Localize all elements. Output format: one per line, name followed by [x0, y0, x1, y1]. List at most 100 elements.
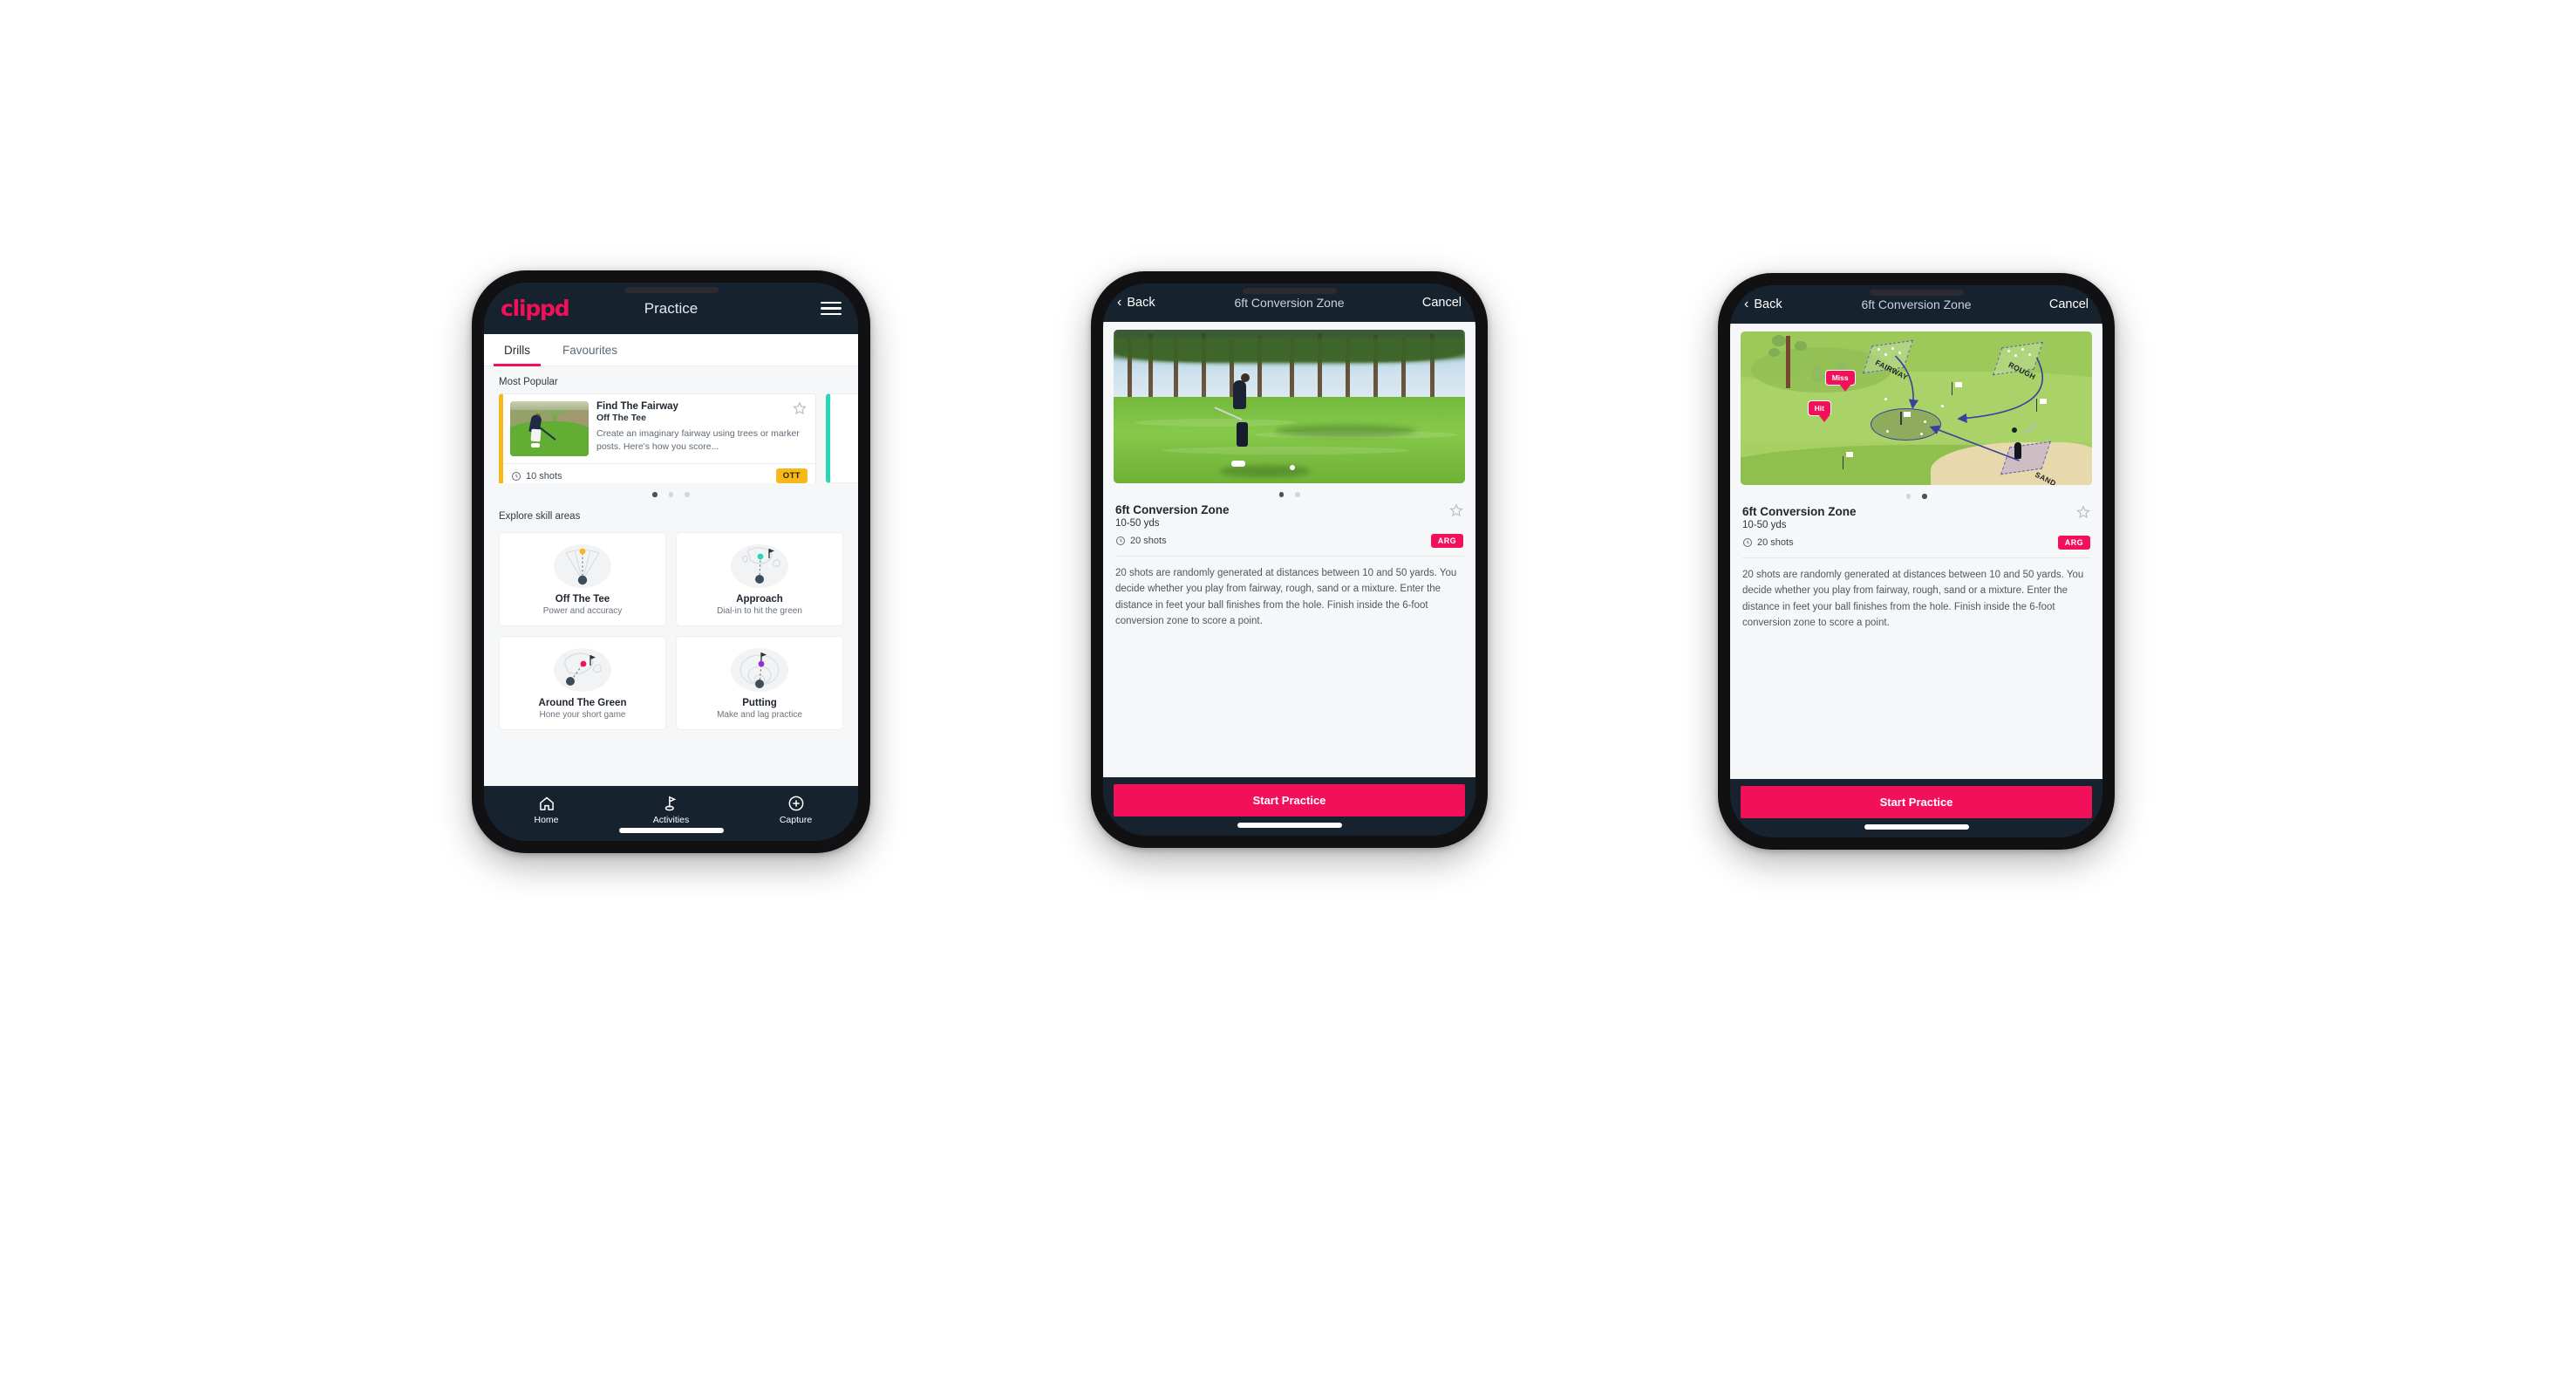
carousel-dot[interactable]: [652, 492, 658, 497]
drill-shots: 20 shots: [1742, 537, 1794, 548]
carousel-dot[interactable]: [668, 492, 674, 497]
drill-badge: ARG: [1430, 533, 1463, 548]
back-label: Back: [1127, 296, 1155, 310]
drill-badge: OTT: [775, 468, 808, 483]
page-title: Practice: [644, 299, 699, 317]
home-indicator: [1864, 824, 1969, 830]
golf-flag-icon: [609, 794, 733, 812]
carousel-dot[interactable]: [1278, 492, 1284, 497]
drill-shots: 10 shots: [511, 471, 562, 482]
approach-green-icon: [682, 542, 837, 591]
drill-shots-label: 10 shots: [526, 470, 562, 482]
phone-speaker: [1869, 290, 1964, 296]
drill-card[interactable]: Find The Fairway Off The Tee Create an i…: [499, 393, 816, 483]
nav-item-activities[interactable]: Activities: [609, 794, 733, 825]
drill-media-course-diagram[interactable]: FAIRWAY ROUGH SAND Miss Hit: [1741, 331, 2092, 485]
phone-speaker: [624, 287, 719, 293]
start-practice-button[interactable]: Start Practice: [1741, 786, 2092, 818]
drill-card-next-peek[interactable]: [826, 393, 858, 483]
screenshot-stage: clippd Practice Drills Favourites Most P…: [0, 0, 2576, 1387]
back-button[interactable]: ‹ Back: [1117, 295, 1155, 311]
nav-label: Capture: [779, 815, 813, 825]
shot-path-arrows: [1894, 355, 2043, 461]
phone-mockup-drill-detail-video: ‹ Back 6ft Conversion Zone Cancel 6ft Co…: [1091, 271, 1488, 848]
nav-item-capture[interactable]: Capture: [733, 794, 858, 825]
drill-shots-label: 20 shots: [1130, 535, 1167, 546]
drill-skill-area: Off The Tee: [596, 413, 646, 423]
hit-callout: Hit: [1807, 400, 1831, 423]
plus-circle-icon: [733, 794, 858, 812]
drill-badge: ARG: [2057, 535, 2090, 550]
star-outline-icon[interactable]: [793, 401, 807, 415]
clock-icon: [1743, 537, 1752, 547]
most-popular-heading: Most Popular: [499, 377, 558, 387]
drill-thumbnail: [510, 401, 589, 456]
drill-header: 6ft Conversion Zone 10-50 yds: [1741, 502, 2092, 530]
tab-drills[interactable]: Drills: [494, 334, 541, 366]
skill-desc: Power and accuracy: [542, 605, 623, 616]
carousel-dots[interactable]: [1741, 485, 2092, 502]
nav-item-home[interactable]: Home: [484, 794, 609, 825]
star-outline-icon[interactable]: [1449, 502, 1463, 517]
skill-desc: Hone your short game: [539, 709, 626, 720]
chevron-left-icon: ‹: [1744, 297, 1749, 311]
explore-skill-areas-heading: Explore skill areas: [499, 510, 581, 522]
chevron-left-icon: ‹: [1117, 295, 1122, 310]
miss-callout: Miss: [1824, 370, 1856, 392]
phone-mockup-drill-detail-diagram: ‹ Back 6ft Conversion Zone Cancel FAIRWA…: [1718, 273, 2115, 850]
drill-meta-row: 20 shots ARG: [1114, 533, 1465, 548]
phone-mockup-practice-list: clippd Practice Drills Favourites Most P…: [472, 270, 870, 853]
nav-label: Home: [534, 815, 559, 825]
star-outline-icon[interactable]: [2076, 504, 2090, 519]
detail-title: 6ft Conversion Zone: [1861, 297, 1972, 311]
home-indicator: [618, 828, 724, 833]
drill-yardage: 10-50 yds: [1742, 519, 1787, 530]
drill-title: Find The Fairway: [596, 401, 678, 412]
drill-description: 20 shots are randomly generated at dista…: [1115, 567, 1457, 627]
carousel-dots[interactable]: [484, 483, 858, 501]
drill-meta-row: 20 shots ARG: [1741, 535, 2092, 550]
skill-name: Approach: [736, 593, 783, 605]
tab-favourites[interactable]: Favourites: [557, 334, 623, 366]
tee-shot-dispersion-icon: [505, 542, 660, 591]
drill-description: Create an imaginary fairway using trees …: [596, 428, 800, 453]
skill-desc: Dial-in to hit the green: [717, 605, 802, 616]
phone-speaker: [1242, 288, 1337, 294]
skill-desc: Make and lag practice: [717, 709, 802, 720]
clock-icon: [512, 471, 521, 481]
skill-card-off-the-tee[interactable]: Off The Tee Power and accuracy: [499, 531, 666, 626]
skill-card-approach[interactable]: Approach Dial-in to hit the green: [676, 531, 843, 626]
carousel-dot[interactable]: [1295, 492, 1300, 497]
drill-media-photo[interactable]: [1114, 330, 1465, 483]
skill-name: Putting: [742, 697, 777, 708]
cancel-button[interactable]: Cancel: [2049, 297, 2089, 311]
drill-yardage: 10-50 yds: [1115, 517, 1160, 529]
carousel-dots[interactable]: [1114, 483, 1465, 501]
drill-name: 6ft Conversion Zone: [1115, 502, 1230, 516]
carousel-dot[interactable]: [685, 492, 690, 497]
drill-carousel[interactable]: Find The Fairway Off The Tee Create an i…: [484, 393, 858, 483]
cancel-button[interactable]: Cancel: [1422, 296, 1462, 310]
practice-scroll-area[interactable]: Most Popular Find The Fairway Off The Te…: [484, 366, 858, 786]
back-button[interactable]: ‹ Back: [1744, 297, 1782, 312]
skill-card-putting[interactable]: Putting Make and lag practice: [676, 635, 843, 730]
detail-content: FAIRWAY ROUGH SAND Miss Hit 6ft Conversi…: [1730, 324, 2102, 779]
skill-card-around-the-green[interactable]: Around The Green Hone your short game: [499, 635, 666, 730]
carousel-dot[interactable]: [1905, 494, 1911, 499]
home-icon: [484, 794, 609, 812]
clock-icon: [1116, 536, 1125, 545]
carousel-dot[interactable]: [1922, 494, 1927, 499]
putting-rings-icon: [682, 646, 837, 694]
drill-shots: 20 shots: [1115, 536, 1167, 546]
chip-around-green-icon: [505, 646, 660, 694]
drill-shots-label: 20 shots: [1757, 536, 1794, 548]
drill-header: 6ft Conversion Zone 10-50 yds: [1114, 501, 1465, 529]
start-practice-button[interactable]: Start Practice: [1114, 784, 1465, 816]
nav-label: Activities: [652, 815, 690, 825]
back-label: Back: [1754, 297, 1782, 311]
clippd-logo: clippd: [501, 296, 570, 321]
drill-description: 20 shots are randomly generated at dista…: [1742, 569, 2084, 629]
hamburger-menu-icon[interactable]: [821, 301, 842, 316]
detail-content: 6ft Conversion Zone 10-50 yds 20 shots A…: [1103, 322, 1475, 777]
tab-bar: Drills Favourites: [484, 334, 858, 366]
